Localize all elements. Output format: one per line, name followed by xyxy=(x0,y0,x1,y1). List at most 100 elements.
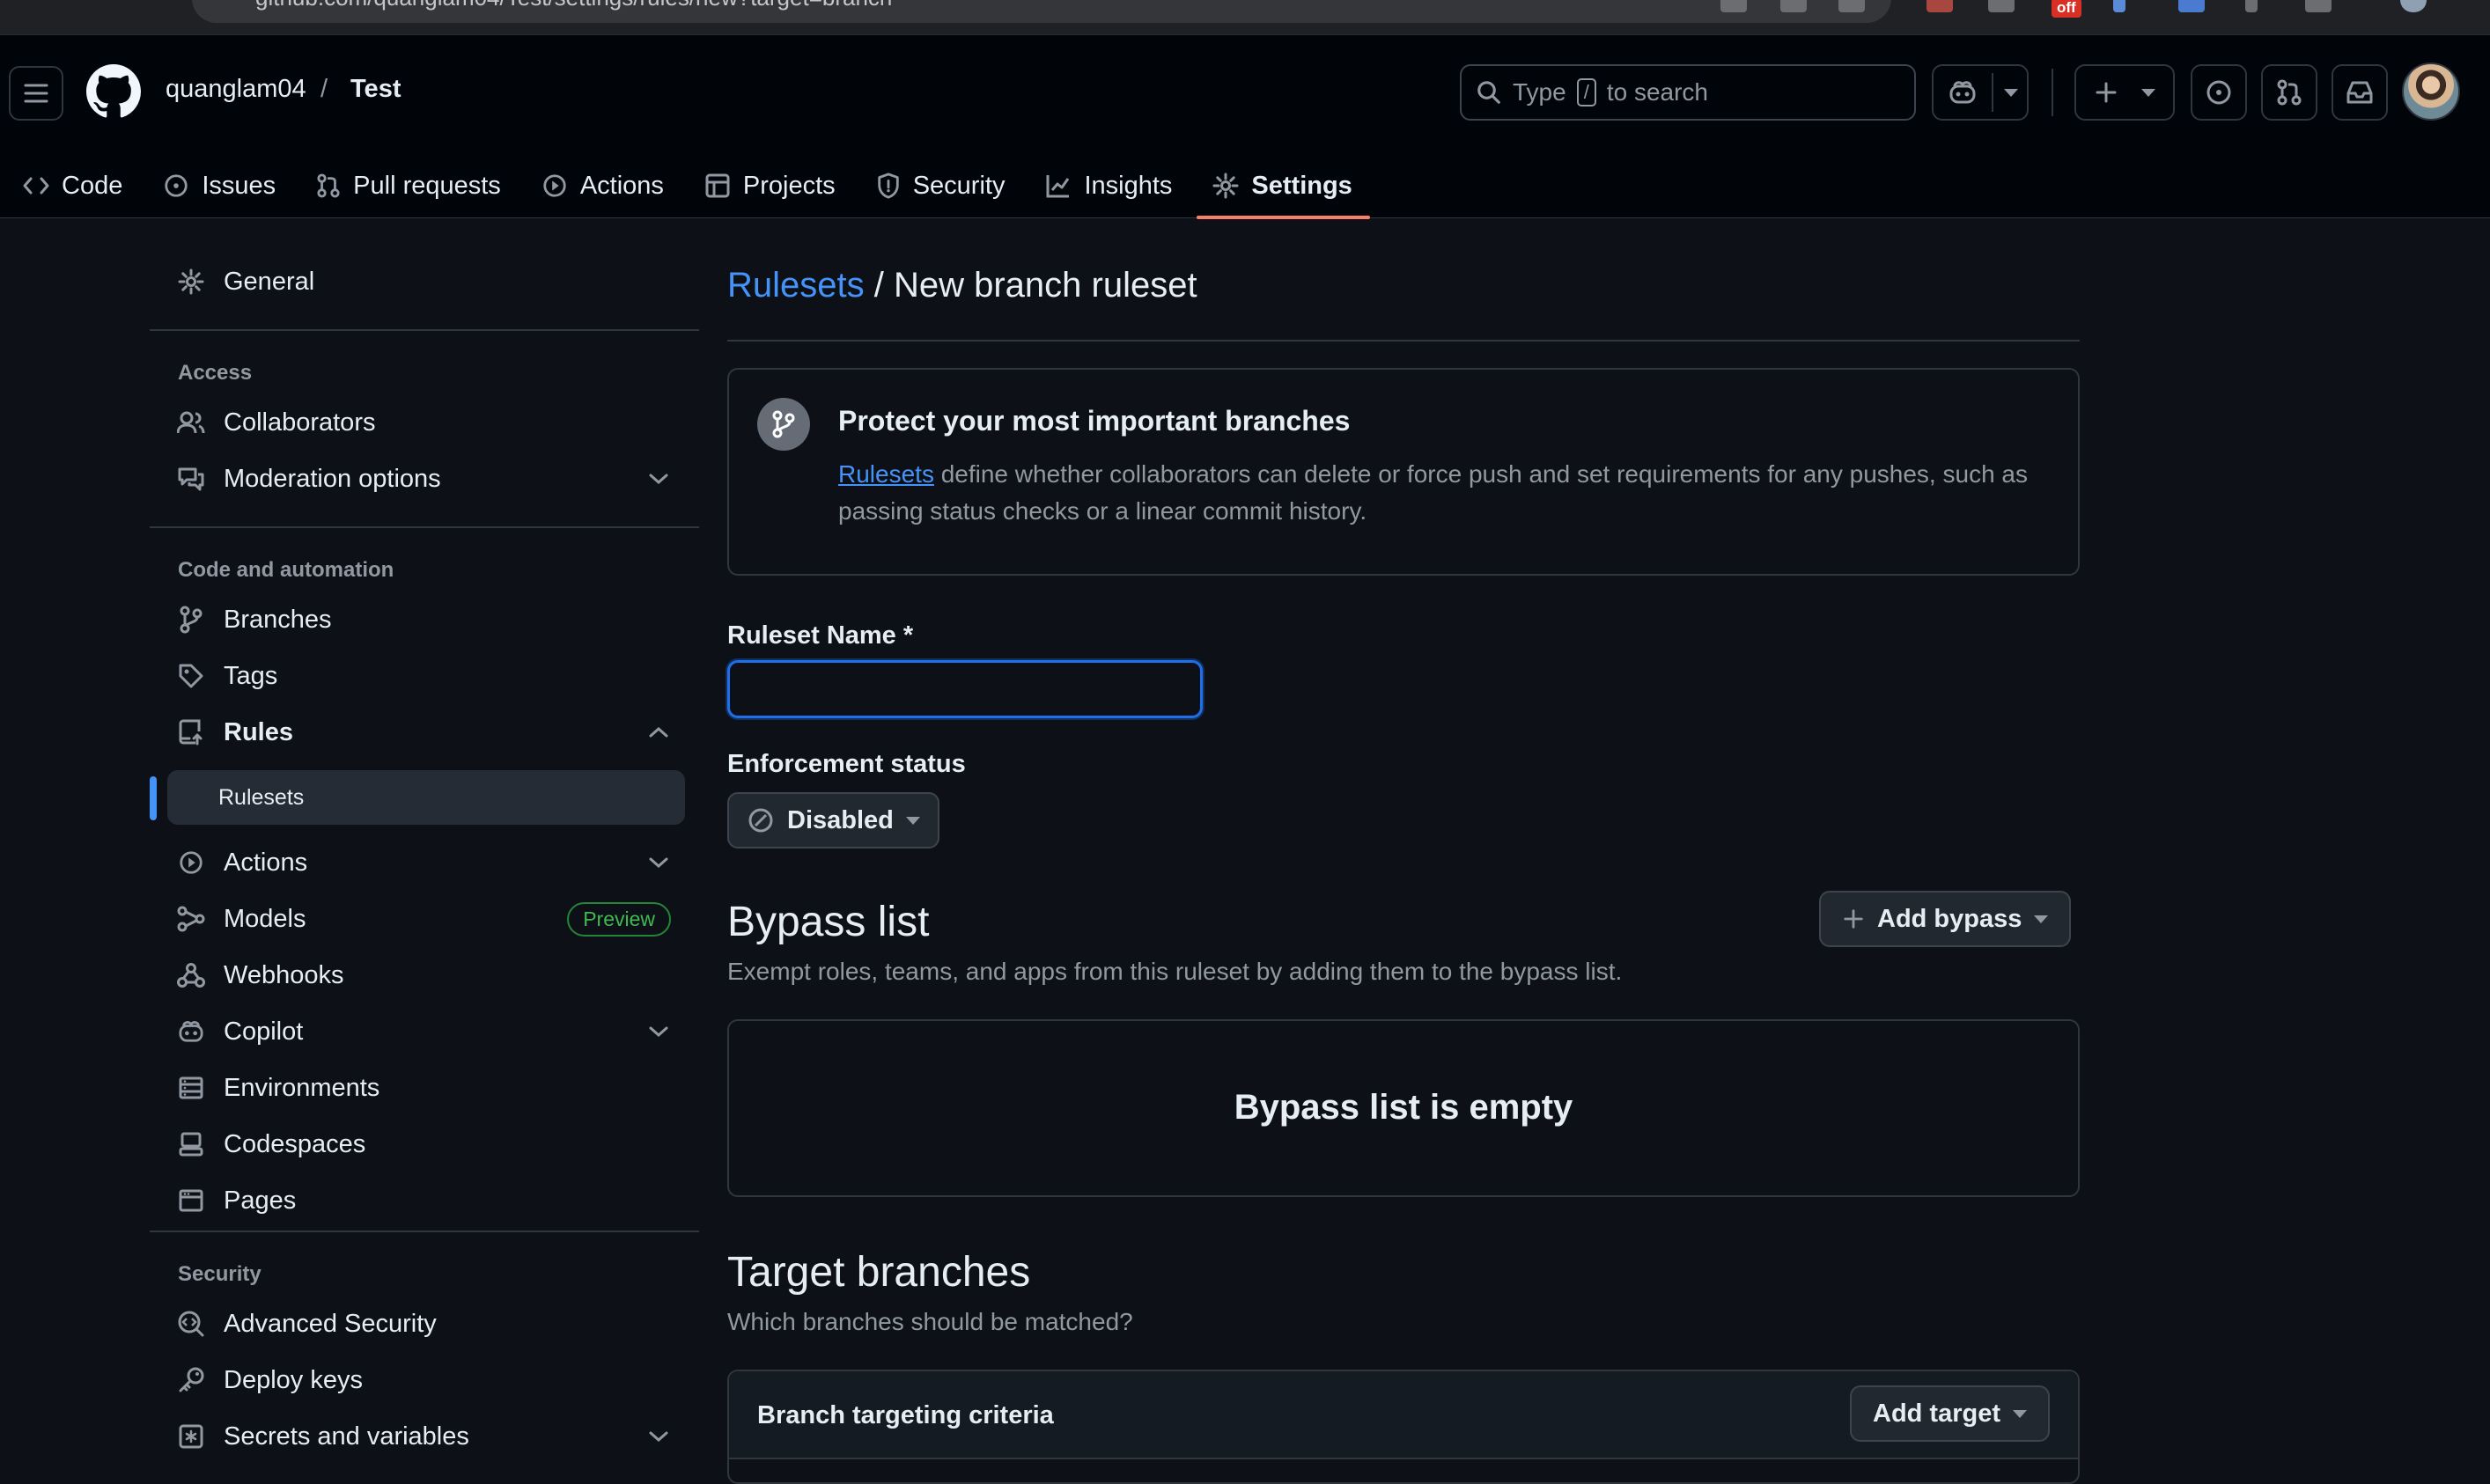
extension-icon[interactable] xyxy=(1926,0,1953,12)
people-icon xyxy=(176,410,206,435)
sidebar-item-label: Environments xyxy=(224,1073,380,1102)
avatar[interactable] xyxy=(2402,62,2460,121)
sidebar-item-label: Tags xyxy=(224,661,278,690)
models-icon xyxy=(176,906,206,932)
sidebar-item-label: Models xyxy=(224,904,306,933)
sidebar-item-pages[interactable]: Pages xyxy=(150,1174,699,1227)
inbox-button[interactable] xyxy=(2332,64,2388,121)
tab-code[interactable]: Code xyxy=(0,157,140,215)
tab-security[interactable]: Security xyxy=(853,157,1023,215)
enforcement-status-dropdown[interactable]: Disabled xyxy=(727,792,939,849)
tab-label: Settings xyxy=(1251,171,1352,200)
tab-settings[interactable]: Settings xyxy=(1190,157,1371,219)
translate-icon[interactable] xyxy=(1780,0,1807,12)
comment-discussion-icon xyxy=(176,466,206,492)
tab-insights[interactable]: Insights xyxy=(1022,157,1190,215)
info-banner: Protect your most important branches Rul… xyxy=(727,368,2080,576)
pull-request-icon xyxy=(316,173,341,199)
sidebar-item-general[interactable]: General xyxy=(150,255,699,308)
issue-icon xyxy=(163,173,189,199)
title-divider xyxy=(727,340,2080,342)
sidebar-item-branches[interactable]: Branches xyxy=(150,593,699,646)
sidebar-item-rulesets[interactable]: Rulesets xyxy=(167,770,685,825)
sidebar-item-label: Webhooks xyxy=(224,960,344,989)
repo-name-link[interactable]: Test xyxy=(350,75,401,104)
copilot-button[interactable] xyxy=(1932,64,2029,121)
breadcrumb-rulesets-link[interactable]: Rulesets xyxy=(727,266,865,305)
extension-badge[interactable]: off xyxy=(2052,0,2081,18)
ruleset-name-input[interactable] xyxy=(726,658,1204,720)
target-branches-title: Target branches xyxy=(727,1249,1031,1296)
create-new-button[interactable] xyxy=(2074,64,2175,121)
sidebar-item-actions[interactable]: Actions xyxy=(150,836,699,889)
add-target-label: Add target xyxy=(1873,1399,2000,1428)
sidebar-heading-access: Access xyxy=(178,361,253,385)
shield-icon xyxy=(876,173,901,199)
inbox-icon xyxy=(2346,79,2374,106)
install-icon[interactable] xyxy=(1720,0,1747,12)
menu-button[interactable] xyxy=(9,66,63,121)
sidebar-item-copilot[interactable]: Copilot xyxy=(150,1005,699,1058)
sidebar-item-moderation[interactable]: Moderation options xyxy=(150,452,699,505)
tab-pull-requests[interactable]: Pull requests xyxy=(293,157,519,215)
sidebar-item-advanced-security[interactable]: Advanced Security xyxy=(150,1297,699,1350)
gear-icon xyxy=(1212,173,1239,199)
sidebar-item-label: Moderation options xyxy=(224,464,441,493)
add-target-button[interactable]: Add target xyxy=(1850,1385,2050,1442)
extension-icon[interactable] xyxy=(2113,0,2125,12)
repo-separator: / xyxy=(320,75,328,103)
chevron-down-icon xyxy=(648,1429,669,1444)
sidebar-item-label: Advanced Security xyxy=(224,1309,437,1338)
address-bar-url[interactable]: github.com/quanglam04/Test/settings/rule… xyxy=(255,0,892,11)
issues-button[interactable] xyxy=(2191,64,2247,121)
enforcement-status-label: Enforcement status xyxy=(727,750,966,778)
github-logo-icon[interactable] xyxy=(86,64,141,119)
branch-targeting-title: Branch targeting criteria xyxy=(757,1401,1054,1429)
pull-requests-button[interactable] xyxy=(2261,64,2317,121)
bypass-list-empty-text: Bypass list is empty xyxy=(1234,1088,1573,1127)
sidebar-item-codespaces[interactable]: Codespaces xyxy=(150,1118,699,1171)
branch-targeting-card: Branch targeting criteria Add target xyxy=(727,1370,2080,1484)
sidebar-item-secrets[interactable]: Secrets and variables xyxy=(150,1410,699,1463)
profile-icon[interactable] xyxy=(2400,0,2427,12)
repo-owner-link[interactable]: quanglam04 xyxy=(166,75,306,104)
sidebar-item-label: Copilot xyxy=(224,1017,304,1046)
sidebar-item-label: Codespaces xyxy=(224,1129,366,1158)
gear-icon xyxy=(176,268,206,295)
bookmark-star-icon[interactable] xyxy=(1838,0,1865,12)
chevron-down-icon xyxy=(2004,89,2018,97)
server-icon xyxy=(176,1076,206,1100)
tab-actions[interactable]: Actions xyxy=(519,157,681,215)
chevron-down-icon xyxy=(648,472,669,486)
tab-label: Insights xyxy=(1084,171,1173,200)
extensions-menu-icon[interactable] xyxy=(2245,0,2258,12)
sidebar-item-environments[interactable]: Environments xyxy=(150,1062,699,1114)
rulesets-docs-link[interactable]: Rulesets xyxy=(838,460,934,488)
code-icon xyxy=(23,175,49,196)
sidebar-heading-security: Security xyxy=(178,1262,262,1286)
chevron-down-icon xyxy=(905,816,920,825)
tab-projects[interactable]: Projects xyxy=(681,157,853,215)
branch-targeting-header: Branch targeting criteria Add target xyxy=(729,1371,2078,1459)
search-shortcut-key: / xyxy=(1576,78,1596,107)
sidebar-item-models[interactable]: Models Preview xyxy=(150,893,699,945)
sidebar-item-webhooks[interactable]: Webhooks xyxy=(150,949,699,1002)
extension-icon[interactable] xyxy=(1988,0,2015,12)
sidebar-item-label: General xyxy=(224,267,315,296)
add-bypass-button[interactable]: Add bypass xyxy=(1819,891,2072,947)
side-panel-icon[interactable] xyxy=(2305,0,2332,12)
tab-issues[interactable]: Issues xyxy=(140,157,293,215)
extension-icon[interactable] xyxy=(2178,0,2205,12)
copilot-icon xyxy=(1948,79,1978,106)
sidebar-item-tags[interactable]: Tags xyxy=(150,650,699,702)
browser-icon xyxy=(176,1188,206,1213)
sidebar-item-deploy-keys[interactable]: Deploy keys xyxy=(150,1354,699,1407)
codescan-icon xyxy=(176,1310,206,1338)
sidebar-item-collaborators[interactable]: Collaborators xyxy=(150,396,699,449)
sidebar-divider xyxy=(150,526,699,528)
codespaces-icon xyxy=(176,1131,206,1157)
repo-push-icon xyxy=(176,719,206,746)
sidebar-item-rules[interactable]: Rules xyxy=(150,706,699,759)
key-icon xyxy=(176,1366,206,1394)
search-input[interactable]: Type / to search xyxy=(1460,64,1916,121)
